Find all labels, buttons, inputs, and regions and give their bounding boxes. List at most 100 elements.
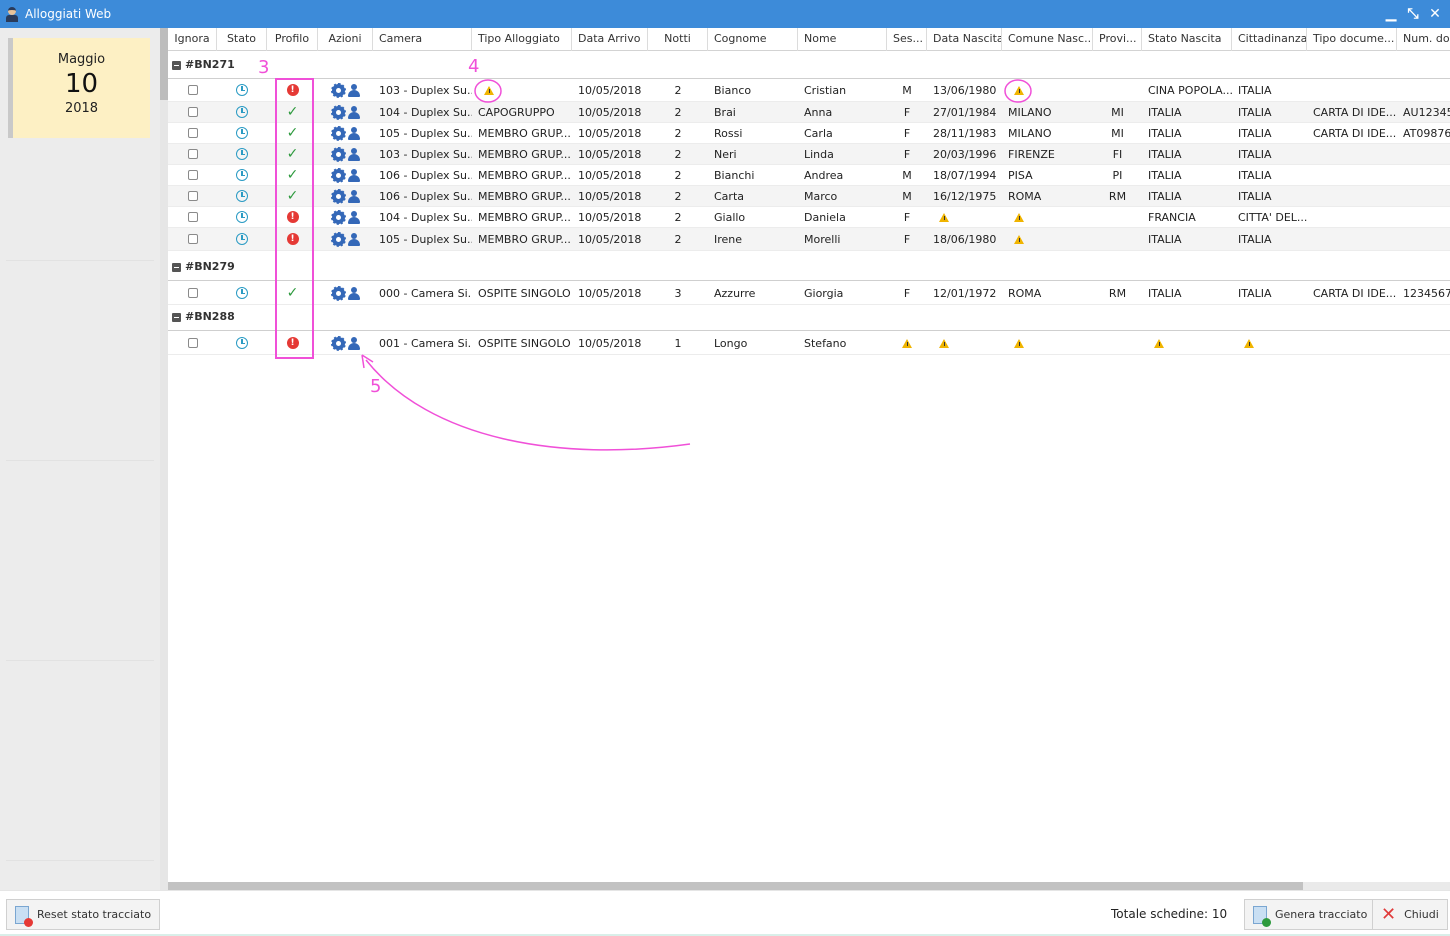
clock-icon[interactable] [236,148,248,160]
chiudi-button[interactable]: ✕ Chiudi [1372,899,1448,930]
gear-icon[interactable] [330,82,346,98]
clock-icon[interactable] [236,190,248,202]
column-header[interactable]: Tipo Alloggiato [472,28,572,51]
stato-nascita-value: FRANCIA [1148,210,1196,224]
column-header[interactable]: Stato Nascita [1142,28,1232,51]
check-icon[interactable]: ✓ [287,168,299,182]
user-icon[interactable] [347,168,360,182]
check-icon[interactable]: ✓ [287,126,299,140]
close-icon[interactable]: ✕ [1428,6,1442,22]
genera-tracciato-button[interactable]: Genera tracciato [1244,899,1377,930]
user-icon[interactable] [347,189,360,203]
ignora-checkbox[interactable] [187,170,198,180]
user-icon[interactable] [347,286,360,300]
clock-icon[interactable] [236,169,248,181]
user-icon[interactable] [347,126,360,140]
clock-icon[interactable] [236,106,248,118]
gear-icon[interactable] [330,285,346,301]
column-header[interactable]: Azioni [318,28,373,51]
column-header[interactable]: Num. doc [1397,28,1450,51]
table-row[interactable]: ✓ 000 - Camera Si... OSPITE SINGOLO 10/05/2… [168,282,1450,305]
clock-icon[interactable] [236,287,248,299]
table-row[interactable]: ✓ 106 - Duplex Su... MEMBRO GRUP... 10/05/2… [168,165,1450,186]
error-icon[interactable]: ! [286,337,299,349]
check-icon[interactable]: ✓ [287,189,299,203]
ignora-checkbox[interactable] [187,191,198,201]
collapse-toggle-icon[interactable] [172,263,181,272]
check-icon[interactable]: ✓ [287,105,299,119]
clock-icon[interactable] [236,84,248,96]
table-row[interactable]: ✓ 103 - Duplex Su... MEMBRO GRUP... 10/05/2… [168,144,1450,165]
column-header[interactable]: Nome [798,28,887,51]
ignora-checkbox[interactable] [187,212,198,222]
column-header[interactable]: Ses... [887,28,927,51]
collapse-toggle-icon[interactable] [172,313,181,322]
user-icon[interactable] [347,336,360,350]
ignora-checkbox[interactable] [187,234,198,244]
table-row[interactable]: ! 104 - Duplex Su... MEMBRO GRUP... 10/05/2… [168,207,1450,228]
ignora-checkbox[interactable] [187,288,198,298]
column-header[interactable]: Cittadinanza [1232,28,1307,51]
gear-icon[interactable] [330,167,346,183]
gear-icon[interactable] [330,335,346,351]
gear-icon[interactable] [330,231,346,247]
column-header[interactable]: Provi... [1093,28,1142,51]
gear-icon[interactable] [330,125,346,141]
gear-icon[interactable] [330,104,346,120]
grid-scroll-thumb[interactable] [168,882,1303,890]
ignora-checkbox[interactable] [187,128,198,138]
error-icon[interactable]: ! [286,84,299,96]
check-icon[interactable]: ✓ [287,286,299,300]
clock-icon[interactable] [236,211,248,223]
collapse-toggle-icon[interactable] [172,61,181,70]
sidebar-scrollbar[interactable] [160,28,168,890]
gear-icon[interactable] [330,146,346,162]
user-icon[interactable] [347,105,360,119]
column-header[interactable]: Profilo [267,28,318,51]
column-header[interactable]: Tipo docume... [1307,28,1397,51]
ignora-checkbox[interactable] [187,107,198,117]
group-header-bn288[interactable]: #BN288 [168,308,1450,331]
user-icon[interactable] [347,232,360,246]
user-icon[interactable] [347,147,360,161]
check-icon[interactable]: ✓ [287,147,299,161]
table-row[interactable]: ✓ 106 - Duplex Su... MEMBRO GRUP... 10/05/2… [168,186,1450,207]
reset-stato-button[interactable]: Reset stato tracciato [6,899,161,930]
clock-icon[interactable] [236,233,248,245]
ignora-checkbox[interactable] [187,149,198,159]
table-row[interactable]: ! 103 - Duplex Su... 10/05/2018 2 Bianco Cris… [168,79,1450,102]
minimize-icon[interactable]: ▁ [1384,6,1398,22]
grid-horizontal-scrollbar[interactable] [168,882,1450,890]
nome-value: Giorgia [804,286,844,300]
column-header[interactable]: Comune Nasc... [1002,28,1093,51]
table-row[interactable]: ✓ 105 - Duplex Su... MEMBRO GRUP... 10/05/2… [168,123,1450,144]
gear-icon[interactable] [330,188,346,204]
group-header-bn271[interactable]: #BN271 [168,56,1450,79]
table-row[interactable]: ✓ 104 - Duplex Su... CAPOGRUPPO 10/05/2018 2… [168,102,1450,123]
clock-icon[interactable] [236,337,248,349]
group-header-bn279[interactable]: #BN279 [168,258,1450,281]
error-icon[interactable]: ! [286,233,299,245]
column-header[interactable]: Camera [373,28,472,51]
grid-cell: ITALIA [1142,165,1232,185]
user-icon[interactable] [347,83,360,97]
table-row[interactable]: ! 001 - Camera Si... OSPITE SINGOLO 10/05/2… [168,332,1450,355]
ignora-checkbox[interactable] [187,338,198,348]
error-icon[interactable]: ! [286,211,299,223]
user-icon[interactable] [347,210,360,224]
column-header[interactable]: Stato [217,28,267,51]
gear-icon[interactable] [330,209,346,225]
column-header[interactable]: Cognome [708,28,798,51]
restore-icon[interactable]: ⤡ [1406,6,1420,22]
clock-icon[interactable] [236,127,248,139]
selected-date-card[interactable]: Maggio 10 2018 [8,38,150,138]
column-header[interactable]: Ignora [168,28,217,51]
column-header[interactable]: Data Arrivo [572,28,648,51]
sidebar-scroll-thumb[interactable] [160,28,168,100]
table-row[interactable]: ! 105 - Duplex Su... MEMBRO GRUP... 10/05/2… [168,228,1450,251]
column-header[interactable]: Notti [648,28,708,51]
column-header[interactable]: Data Nascita [927,28,1002,51]
grid-cell: ITALIA [1232,79,1307,101]
data-arrivo-value: 10/05/2018 [578,210,642,224]
ignora-checkbox[interactable] [187,85,198,95]
